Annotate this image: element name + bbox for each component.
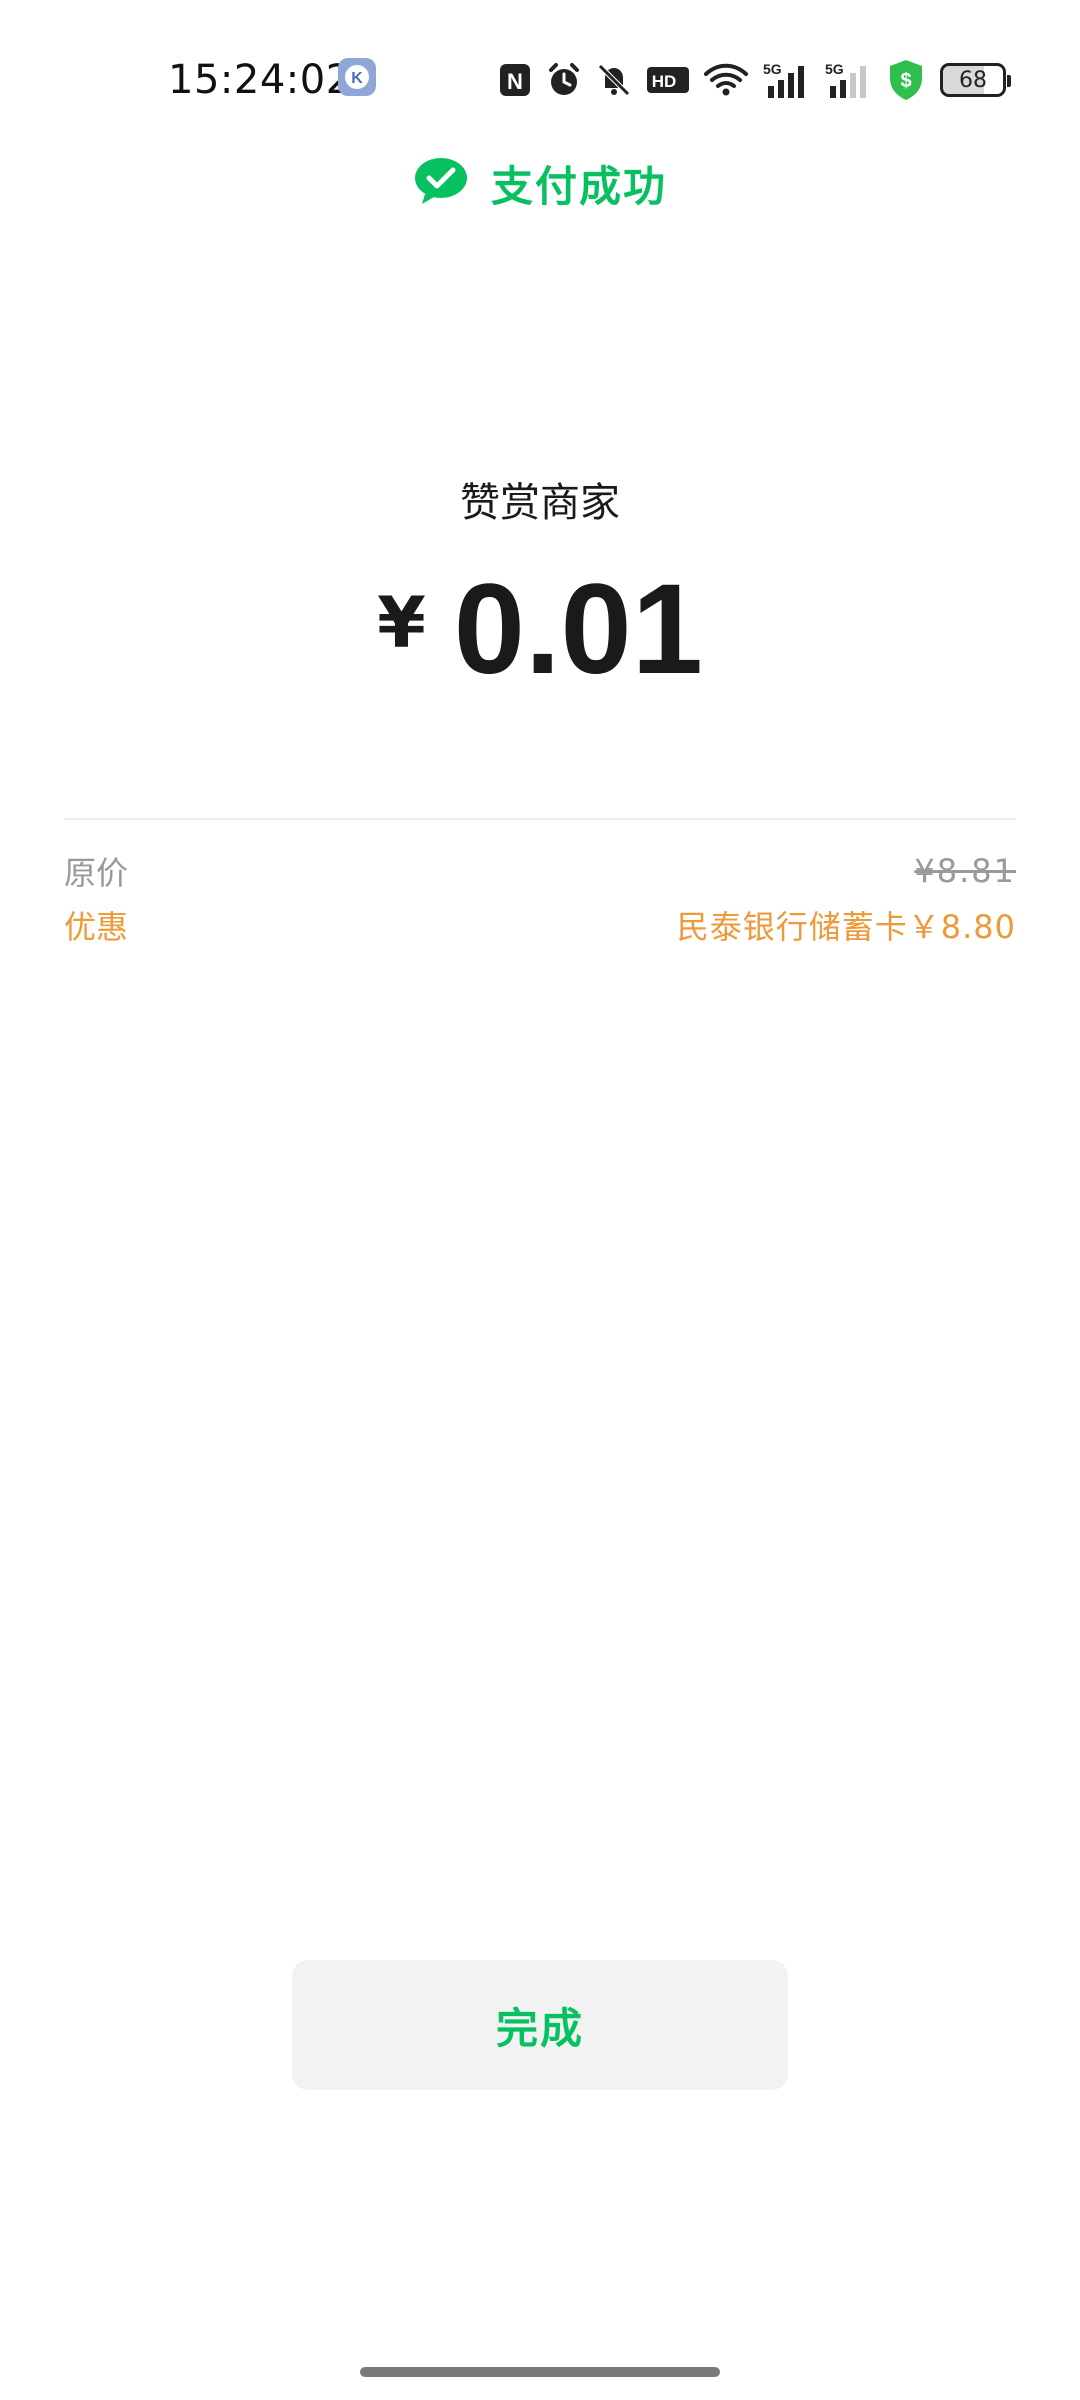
battery-level: 68 bbox=[959, 67, 987, 93]
payment-amount: ¥ 0.01 bbox=[0, 560, 1080, 700]
home-indicator[interactable] bbox=[360, 2367, 720, 2377]
network-label-2: 5G bbox=[825, 61, 844, 77]
k-app-icon: K bbox=[345, 65, 369, 89]
signal-5g-secondary-icon: 5G bbox=[824, 60, 872, 100]
original-price-value: ¥8.81 bbox=[914, 852, 1016, 890]
hd-label: HD bbox=[652, 72, 677, 91]
status-time: 15:24:02 bbox=[168, 57, 352, 103]
discount-value: 民泰银行储蓄卡￥8.80 bbox=[676, 908, 1016, 946]
wifi-icon bbox=[704, 62, 748, 98]
hd-voice-icon: HD bbox=[646, 64, 690, 96]
merchant-name: 赞赏商家 bbox=[460, 480, 620, 526]
discount-row: 优惠 民泰银行储蓄卡￥8.80 bbox=[64, 902, 1016, 948]
alarm-icon bbox=[546, 62, 582, 98]
app-notification-icon: K bbox=[338, 58, 376, 96]
page-title: 支付成功 bbox=[490, 161, 667, 211]
wechat-pay-check-icon bbox=[413, 156, 469, 210]
amount-value: 0.01 bbox=[453, 558, 703, 701]
status-bar: 15:24:02 K N HD 5G 5G $ 68 bbox=[0, 0, 1080, 160]
security-shield-icon: $ bbox=[886, 58, 926, 102]
nfc-icon: N bbox=[498, 62, 532, 98]
done-button[interactable]: 完成 bbox=[292, 1960, 788, 2090]
payment-success-header: 支付成功 bbox=[0, 150, 1080, 216]
currency-symbol: ¥ bbox=[377, 582, 426, 664]
bell-off-icon bbox=[596, 62, 632, 98]
status-icons: N HD 5G 5G $ 68 bbox=[498, 52, 1011, 108]
nfc-letter: N bbox=[507, 69, 523, 94]
shield-symbol: $ bbox=[900, 70, 911, 92]
original-price-label: 原价 bbox=[64, 854, 129, 892]
app-badge-letter: K bbox=[351, 70, 363, 87]
network-label-1: 5G bbox=[763, 61, 782, 77]
battery-icon: 68 bbox=[940, 63, 1011, 97]
discount-label: 优惠 bbox=[64, 908, 129, 946]
signal-5g-icon: 5G bbox=[762, 60, 810, 100]
original-price-row: 原价 ¥8.81 bbox=[64, 848, 1016, 894]
divider bbox=[64, 818, 1016, 820]
